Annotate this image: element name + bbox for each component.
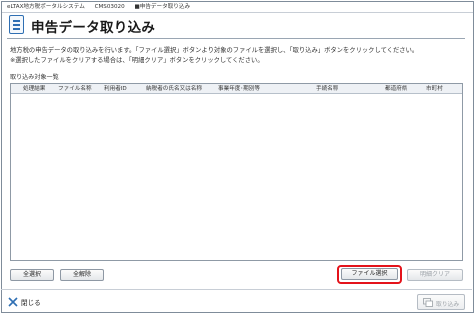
table-header: 処理結果 ファイル名称 利用者ID 納税者の氏名又は名称 事業年度･期別等 手続… bbox=[11, 84, 462, 94]
description-line-1: 地方税の申告データの取り込みを行います。「ファイル選択」ボタンより対象のファイル… bbox=[10, 47, 419, 54]
column-header[interactable]: 利用者ID bbox=[104, 84, 127, 94]
close-label: 閉じる bbox=[21, 299, 41, 307]
column-header[interactable]: 事業年度･期別等 bbox=[218, 84, 260, 94]
column-header[interactable]: 納税者の氏名又は名称 bbox=[146, 84, 202, 94]
title-divider bbox=[7, 38, 465, 39]
close-icon bbox=[8, 297, 18, 307]
deselect-all-button[interactable]: 全解除 bbox=[60, 269, 104, 281]
select-all-button[interactable]: 全選択 bbox=[10, 269, 54, 281]
screen-name: ■申告データ取り込み bbox=[134, 4, 191, 10]
import-target-table[interactable]: 処理結果 ファイル名称 利用者ID 納税者の氏名又は名称 事業年度･期別等 手続… bbox=[10, 83, 463, 261]
column-header[interactable]: 処理結果 bbox=[23, 84, 45, 94]
description-line-2: ※選択したファイルをクリアする場合は、「明細クリア」ボタンをクリックしてください… bbox=[10, 57, 264, 64]
screen-code: CMS03020 bbox=[94, 4, 125, 10]
import-button[interactable]: 取り込み bbox=[417, 294, 465, 310]
footer-divider bbox=[1, 289, 472, 290]
window-titlebar: eLTAX地方税ポータルシステム CMS03020 ■申告データ取り込み bbox=[2, 2, 473, 13]
column-header[interactable]: 手続名称 bbox=[316, 84, 338, 94]
clear-details-button[interactable]: 明細クリア bbox=[407, 269, 463, 281]
document-icon bbox=[9, 15, 24, 34]
column-header[interactable]: 都道府県 bbox=[385, 84, 407, 94]
app-name: eLTAX地方税ポータルシステム bbox=[7, 4, 85, 10]
import-label: 取り込み bbox=[436, 302, 460, 308]
column-header[interactable]: 市町村 bbox=[426, 84, 443, 94]
page-title: 申告データ取り込み bbox=[31, 20, 156, 36]
import-icon bbox=[423, 298, 433, 307]
import-list-label: 取り込み対象一覧 bbox=[10, 74, 59, 81]
file-select-button[interactable]: ファイル選択 bbox=[341, 268, 398, 280]
column-header[interactable]: ファイル名称 bbox=[58, 84, 92, 94]
